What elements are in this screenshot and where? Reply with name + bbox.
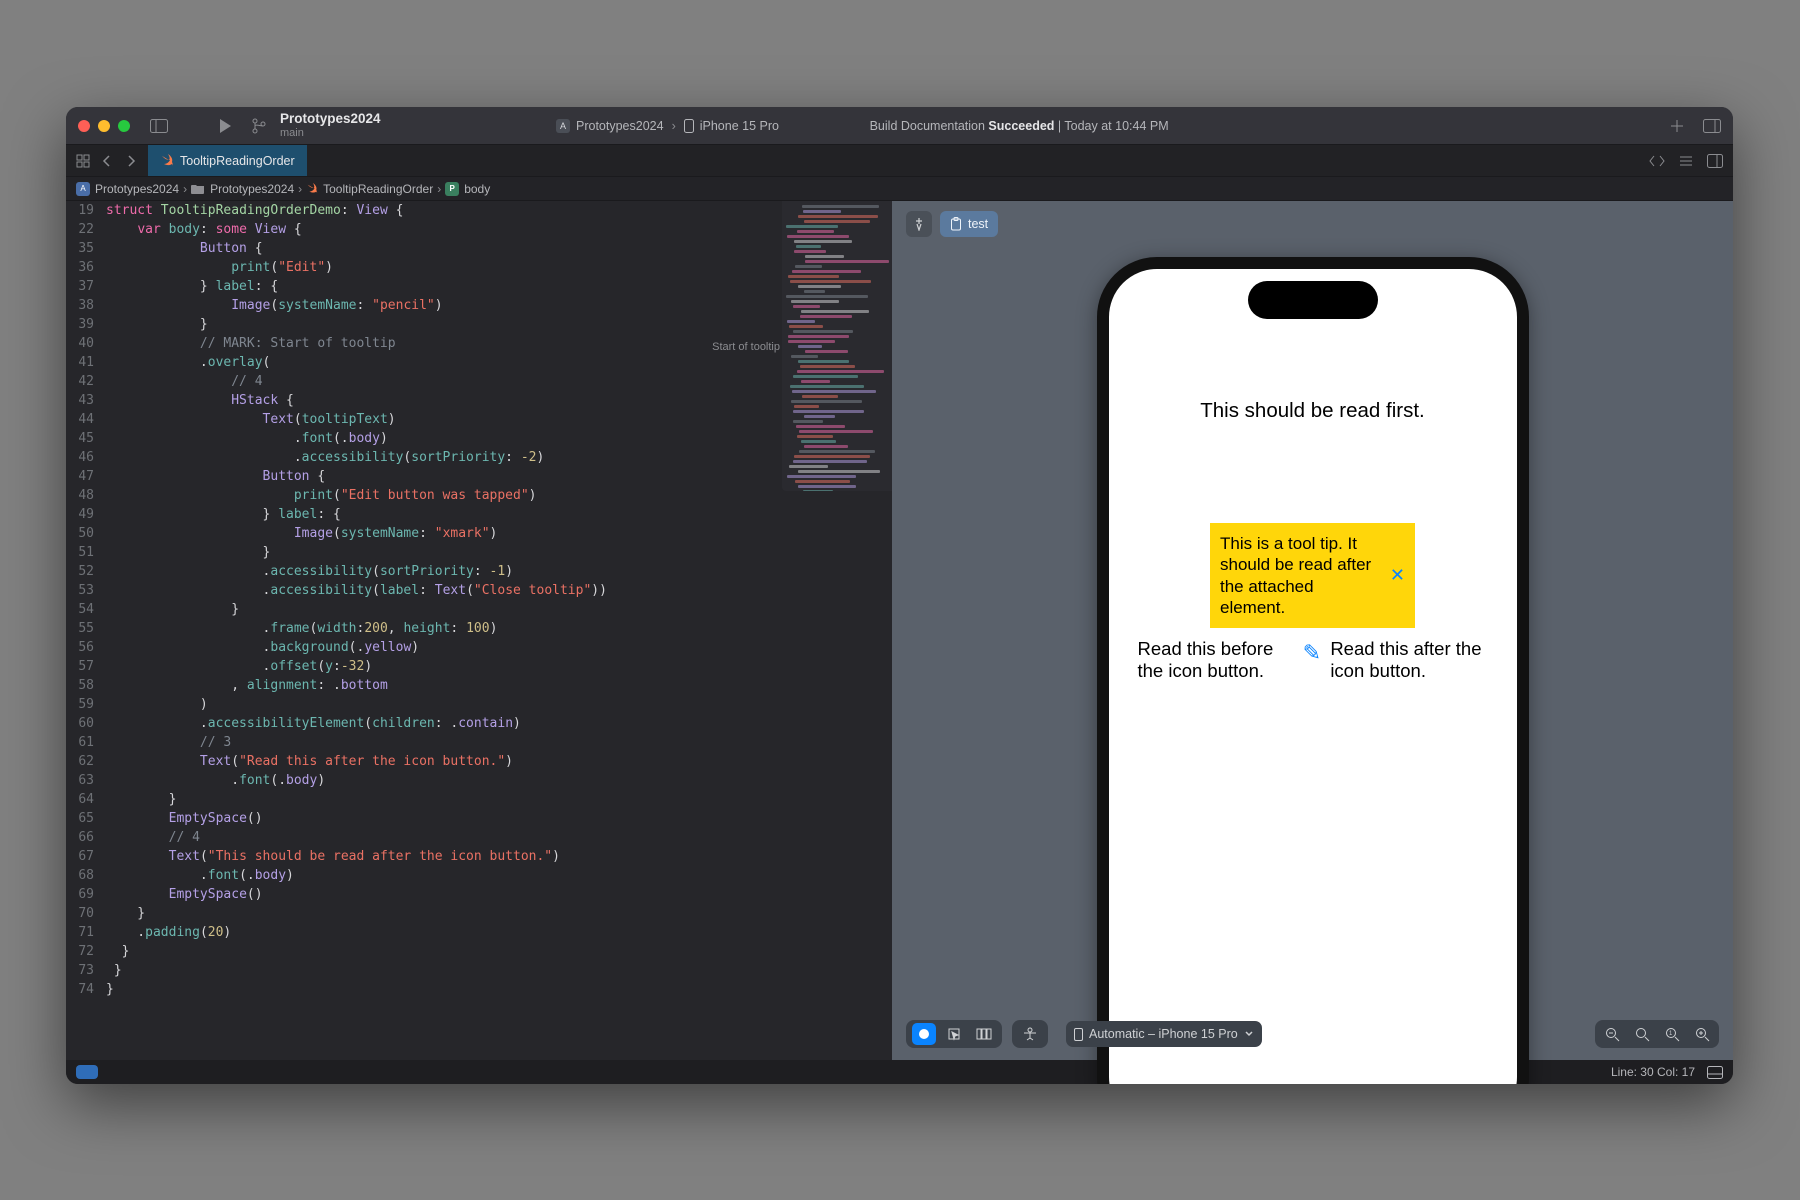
status-result: Succeeded bbox=[988, 119, 1054, 133]
library-icon[interactable] bbox=[1703, 119, 1721, 133]
edit-pencil-icon[interactable]: ✎ bbox=[1303, 642, 1323, 664]
tab-tooltipreadingorder[interactable]: TooltipReadingOrder bbox=[148, 145, 307, 176]
add-icon[interactable] bbox=[1669, 118, 1685, 134]
gutter: 1922353637383940414243444546474849505152… bbox=[66, 201, 102, 1060]
cursor-position-label: Line: 30 Col: 17 bbox=[1611, 1065, 1695, 1079]
main-split: 1922353637383940414243444546474849505152… bbox=[66, 201, 1733, 1060]
window-controls bbox=[78, 120, 130, 132]
phone-icon bbox=[1074, 1028, 1083, 1041]
preview-provider-chip[interactable]: test bbox=[940, 211, 998, 237]
close-window-button[interactable] bbox=[78, 120, 90, 132]
related-items-icon[interactable] bbox=[72, 154, 94, 168]
debug-indicator[interactable] bbox=[76, 1065, 98, 1079]
preview-text-left: Read this before the icon button. bbox=[1138, 638, 1295, 682]
zoom-actual-button[interactable]: 1 bbox=[1659, 1023, 1685, 1045]
code-editor-pane: 1922353637383940414243444546474849505152… bbox=[66, 201, 892, 1060]
canvas-mode-group bbox=[906, 1020, 1002, 1048]
scheme-selector[interactable]: A Prototypes2024 iPhone 15 Pro bbox=[556, 119, 779, 133]
jumpbar-file: TooltipReadingOrder bbox=[323, 182, 433, 196]
status-prefix: Build Documentation bbox=[870, 119, 989, 133]
jumpbar-symbol: body bbox=[464, 182, 490, 196]
pin-preview-button[interactable] bbox=[906, 211, 932, 237]
chevron-right-icon bbox=[183, 182, 187, 196]
close-tooltip-icon[interactable]: ✕ bbox=[1390, 564, 1405, 587]
device-selector-label: Automatic – iPhone 15 Pro bbox=[1089, 1027, 1238, 1041]
device-selector[interactable]: Automatic – iPhone 15 Pro bbox=[1066, 1021, 1262, 1047]
zoom-out-button[interactable] bbox=[1599, 1023, 1625, 1045]
variants-mode-button[interactable] bbox=[972, 1023, 996, 1045]
property-icon: P bbox=[445, 182, 459, 196]
nav-back-icon[interactable] bbox=[96, 155, 118, 167]
clipboard-icon bbox=[950, 217, 962, 231]
zoom-in-button[interactable] bbox=[1689, 1023, 1715, 1045]
preview-text-right: Read this after the icon button. bbox=[1330, 638, 1487, 682]
status-time: | Today at 10:44 PM bbox=[1054, 119, 1168, 133]
preview-tooltip: This is a tool tip. It should be read af… bbox=[1210, 523, 1415, 628]
nav-forward-icon[interactable] bbox=[120, 155, 142, 167]
adjust-editor-icon[interactable] bbox=[1649, 155, 1665, 167]
scheme-branch-group[interactable]: Prototypes2024 main bbox=[280, 111, 381, 139]
preview-content: This should be read first. This is a too… bbox=[1109, 269, 1517, 1084]
scheme-project-label: Prototypes2024 bbox=[576, 119, 664, 133]
run-button-icon[interactable] bbox=[218, 118, 236, 134]
branch-icon[interactable] bbox=[252, 118, 266, 134]
phone-icon bbox=[684, 119, 694, 133]
zoom-window-button[interactable] bbox=[118, 120, 130, 132]
canvas-toolbar: Automatic – iPhone 15 Pro 1 bbox=[906, 1020, 1719, 1048]
zoom-fit-button[interactable] bbox=[1629, 1023, 1655, 1045]
volume-down-button bbox=[1097, 564, 1098, 624]
volume-up-button bbox=[1097, 489, 1098, 549]
preview-tooltip-text: This is a tool tip. It should be read af… bbox=[1220, 533, 1382, 618]
minimize-window-button[interactable] bbox=[98, 120, 110, 132]
canvas-accessibility-group bbox=[1012, 1020, 1048, 1048]
jumpbar-folder: Prototypes2024 bbox=[210, 182, 294, 196]
selectable-mode-button[interactable] bbox=[942, 1023, 966, 1045]
preview-middle-row: Read this before the icon button. ✎ Read… bbox=[1138, 638, 1488, 682]
toggle-navigator-icon[interactable] bbox=[150, 119, 168, 133]
chevron-down-icon bbox=[1244, 1030, 1254, 1038]
preview-chip-label: test bbox=[968, 217, 988, 231]
live-mode-button[interactable] bbox=[912, 1023, 936, 1045]
chevron-right-icon bbox=[437, 182, 441, 196]
tab-bar: TooltipReadingOrder bbox=[66, 145, 1733, 177]
side-button bbox=[1097, 424, 1098, 464]
branch-name-label: main bbox=[280, 127, 304, 140]
editor-options-icon[interactable] bbox=[1679, 155, 1693, 167]
titlebar: Prototypes2024 main A Prototypes2024 iPh… bbox=[66, 107, 1733, 145]
minimap[interactable] bbox=[782, 201, 892, 491]
jumpbar-project: Prototypes2024 bbox=[95, 182, 179, 196]
device-frame-iphone: This should be read first. This is a too… bbox=[1097, 257, 1529, 1084]
preview-text-first: This should be read first. bbox=[1200, 399, 1424, 423]
tab-label: TooltipReadingOrder bbox=[180, 154, 295, 168]
swift-file-icon bbox=[306, 183, 318, 195]
add-editor-icon[interactable] bbox=[1707, 154, 1723, 168]
accessibility-inspect-button[interactable] bbox=[1016, 1023, 1044, 1045]
svg-text:1: 1 bbox=[1669, 1031, 1673, 1037]
code-content[interactable]: struct TooltipReadingOrderDemo: View { v… bbox=[102, 201, 892, 1060]
chevron-right-icon bbox=[298, 182, 302, 196]
jump-bar[interactable]: A Prototypes2024 Prototypes2024 TooltipRe… bbox=[66, 177, 1733, 201]
canvas-zoom-group: 1 bbox=[1595, 1020, 1719, 1048]
preview-canvas: test This should be read first. This is … bbox=[892, 201, 1733, 1060]
scheme-device-label: iPhone 15 Pro bbox=[700, 119, 779, 133]
app-icon: A bbox=[556, 119, 570, 133]
build-status: Build Documentation Succeeded | Today at… bbox=[870, 119, 1169, 133]
folder-icon bbox=[191, 183, 205, 194]
minimap-section-label: Start of tooltip bbox=[712, 341, 780, 353]
xcode-window: Prototypes2024 main A Prototypes2024 iPh… bbox=[66, 107, 1733, 1084]
swift-file-icon bbox=[160, 154, 174, 168]
code-editor[interactable]: 1922353637383940414243444546474849505152… bbox=[66, 201, 892, 1060]
project-icon: A bbox=[76, 182, 90, 196]
toggle-debug-area-icon[interactable] bbox=[1707, 1066, 1723, 1079]
project-name-label: Prototypes2024 bbox=[280, 111, 381, 127]
chevron-right-icon bbox=[672, 119, 676, 133]
